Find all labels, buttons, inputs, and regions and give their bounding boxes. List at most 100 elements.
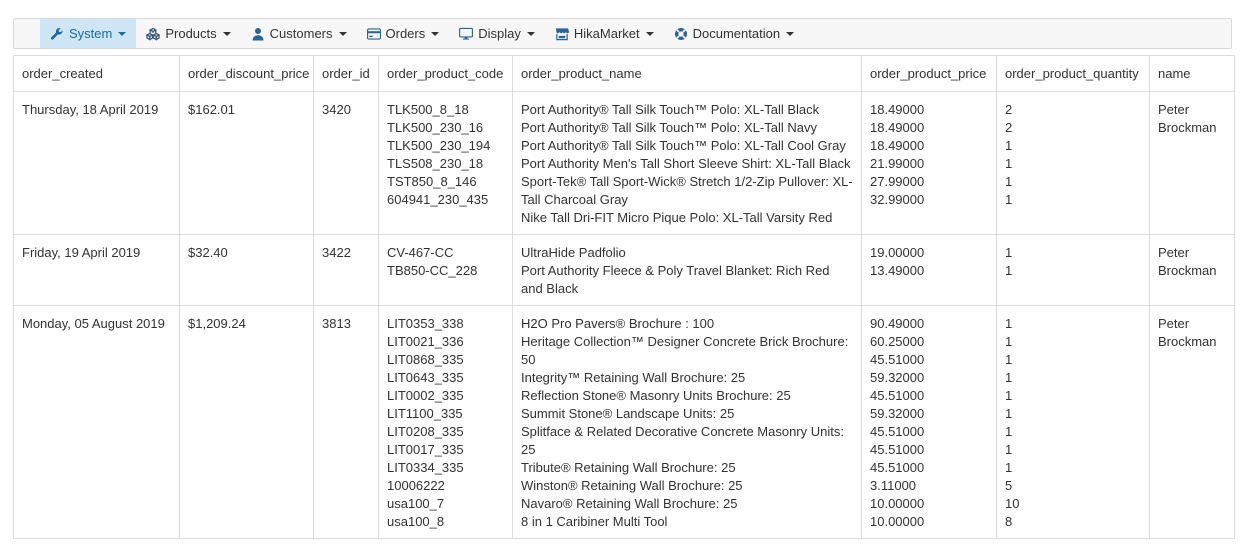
caret-down-icon: [118, 31, 127, 36]
orders-table: order_created order_discount_price order_i…: [13, 55, 1235, 539]
table-row: Thursday, 18 April 2019 $162.01 3420 TLK500…: [13, 91, 1235, 235]
cell-line: 1: [1005, 442, 1013, 457]
cell-line: Port Authority Men's Tall Short Sleeve S…: [521, 156, 851, 171]
cell-line: 10.00000: [870, 514, 925, 529]
cell-order-product-quantity: 11: [996, 234, 1150, 306]
cell-line: TB850-CC_228: [387, 263, 478, 278]
cell-order-product-price: 19.00000 13.49000: [861, 234, 997, 306]
menu-hikamarket[interactable]: HikaMarket: [545, 19, 664, 48]
caret-down-icon: [222, 31, 231, 36]
cell-line: 18.49000: [870, 120, 925, 135]
cell-line: Reflection Stone® Masonry Units Brochure…: [521, 388, 791, 403]
cell-line: 60.25000: [870, 334, 925, 349]
lifebuoy-icon: [674, 27, 688, 41]
cell-line: 32.99000: [870, 192, 925, 207]
cell-line: Summit Stone® Landscape Units: 25: [521, 406, 735, 421]
column-header-order-product-quantity[interactable]: order_product_quantity: [996, 55, 1150, 92]
column-header-order-product-price[interactable]: order_product_price: [861, 55, 997, 92]
cell-line: 18.49000: [870, 102, 925, 117]
cell-order-product-name: UltraHide Padfolio Port Authority Fleece …: [512, 234, 862, 306]
cell-line: Sport-Tek® Tall Sport-Wick® Stretch 1/2-…: [521, 174, 853, 207]
cell-order-product-name: Port Authority® Tall Silk Touch™ Polo: X…: [512, 91, 862, 235]
cell-order-created: Thursday, 18 April 2019: [13, 91, 180, 235]
column-header-order-product-code[interactable]: order_product_code: [378, 55, 513, 92]
cell-name: Peter Brockman: [1149, 305, 1235, 539]
menu-products[interactable]: Products: [136, 19, 240, 48]
cell-line: 45.51000: [870, 424, 925, 439]
caret-down-icon: [526, 31, 535, 36]
menu-customers[interactable]: Customers: [241, 19, 357, 48]
cell-line: TST850_8_146: [387, 174, 477, 189]
cell-line: 1: [1005, 370, 1013, 385]
monitor-icon: [459, 27, 474, 41]
cell-order-product-name: H2O Pro Pavers® Brochure : 100 Heritage C…: [512, 305, 862, 539]
cell-line: 8 in 1 Caribiner Multi Tool: [521, 514, 668, 529]
cell-line: LIT0334_335: [387, 460, 464, 475]
cell-line: Splitface & Related Decorative Concrete …: [521, 424, 844, 457]
credit-card-icon: [366, 27, 381, 41]
menu-label: HikaMarket: [573, 26, 640, 41]
cell-line: 1: [1005, 192, 1013, 207]
table-row: Friday, 19 April 2019 $32.40 3422 CV-467-CC…: [13, 234, 1235, 306]
cell-line: Nike Tall Dri-FIT Micro Pique Polo: XL-T…: [521, 210, 833, 225]
cell-line: Tribute® Retaining Wall Brochure: 25: [521, 460, 736, 475]
cell-line: TLK500_230_194: [387, 138, 491, 153]
cell-order-id: 3422: [313, 234, 379, 306]
table-header-row: order_created order_discount_price order_i…: [13, 55, 1235, 92]
cell-name: Peter Brockman: [1149, 234, 1235, 306]
user-icon: [251, 27, 265, 41]
cell-order-product-price: 18.49000 18.49000 18.49000 21.99000 27.99000…: [861, 91, 997, 235]
menu-label: Customers: [269, 26, 333, 41]
cubes-icon: [146, 27, 161, 41]
cell-line: Winston® Retaining Wall Brochure: 25: [521, 478, 743, 493]
cell-order-product-quantity: 1 1 1 1 1 1 1 1 1 5 10 8: [996, 305, 1150, 539]
cell-line: 10.00000: [870, 496, 925, 511]
cell-line: LIT0017_335: [387, 442, 464, 457]
column-header-order-discount-price[interactable]: order_discount_price: [179, 55, 314, 92]
cell-line: Heritage Collection™ Designer Concrete B…: [521, 334, 849, 367]
cell-line: 13.49000: [870, 263, 925, 278]
cell-line: 1: [1005, 316, 1013, 331]
cell-line: LIT0021_336: [387, 334, 464, 349]
menu-display[interactable]: Display: [449, 19, 545, 48]
cell-line: LIT0643_335: [387, 370, 464, 385]
cell-line: H2O Pro Pavers® Brochure : 100: [521, 316, 715, 331]
menu-documentation[interactable]: Documentation: [664, 19, 804, 48]
cell-line: TLK500_8_18: [387, 102, 469, 117]
cell-line: 90.49000: [870, 316, 925, 331]
cell-line: 1: [1005, 174, 1013, 189]
wrench-icon: [50, 27, 64, 41]
cell-line: 59.32000: [870, 370, 925, 385]
column-header-name[interactable]: name: [1149, 55, 1235, 92]
store-icon: [555, 27, 569, 41]
cell-line: 2: [1005, 102, 1013, 117]
column-header-order-created[interactable]: order_created: [13, 55, 180, 92]
column-header-order-id[interactable]: order_id: [313, 55, 379, 92]
cell-line: 604941_230_435: [387, 192, 489, 207]
cell-order-id: 3420: [313, 91, 379, 235]
cell-line: 45.51000: [870, 442, 925, 457]
cell-line: LIT0353_338: [387, 316, 464, 331]
cell-line: Navaro® Retaining Wall Brochure: 25: [521, 496, 738, 511]
cell-line: 1: [1005, 424, 1013, 439]
cell-line: 1: [1005, 388, 1013, 403]
caret-down-icon: [645, 31, 654, 36]
cell-line: Integrity™ Retaining Wall Brochure: 25: [521, 370, 746, 385]
caret-down-icon: [431, 31, 440, 36]
cell-line: 45.51000: [870, 352, 925, 367]
menu-system[interactable]: System: [40, 19, 137, 48]
cell-order-id: 3813: [313, 305, 379, 539]
cell-line: 1: [1005, 156, 1013, 171]
cell-order-discount-price: $162.01: [179, 91, 314, 235]
column-header-order-product-name[interactable]: order_product_name: [512, 55, 862, 92]
cell-line: Port Authority® Tall Silk Touch™ Polo: X…: [521, 138, 846, 153]
orders-table-wrapper: order_created order_discount_price order_i…: [13, 55, 1235, 539]
cell-line: Port Authority® Tall Silk Touch™ Polo: X…: [521, 102, 820, 117]
cell-line: 10: [1005, 496, 1020, 511]
cell-line: LIT1100_335: [387, 406, 463, 421]
cell-line: Port Authority Fleece & Poly Travel Blan…: [521, 263, 830, 296]
menu-orders[interactable]: Orders: [357, 19, 450, 48]
cell-order-created: Friday, 19 April 2019: [13, 234, 180, 306]
caret-down-icon: [338, 31, 347, 36]
table-row: Monday, 05 August 2019 $1,209.24 3813 LIT03…: [13, 305, 1235, 539]
